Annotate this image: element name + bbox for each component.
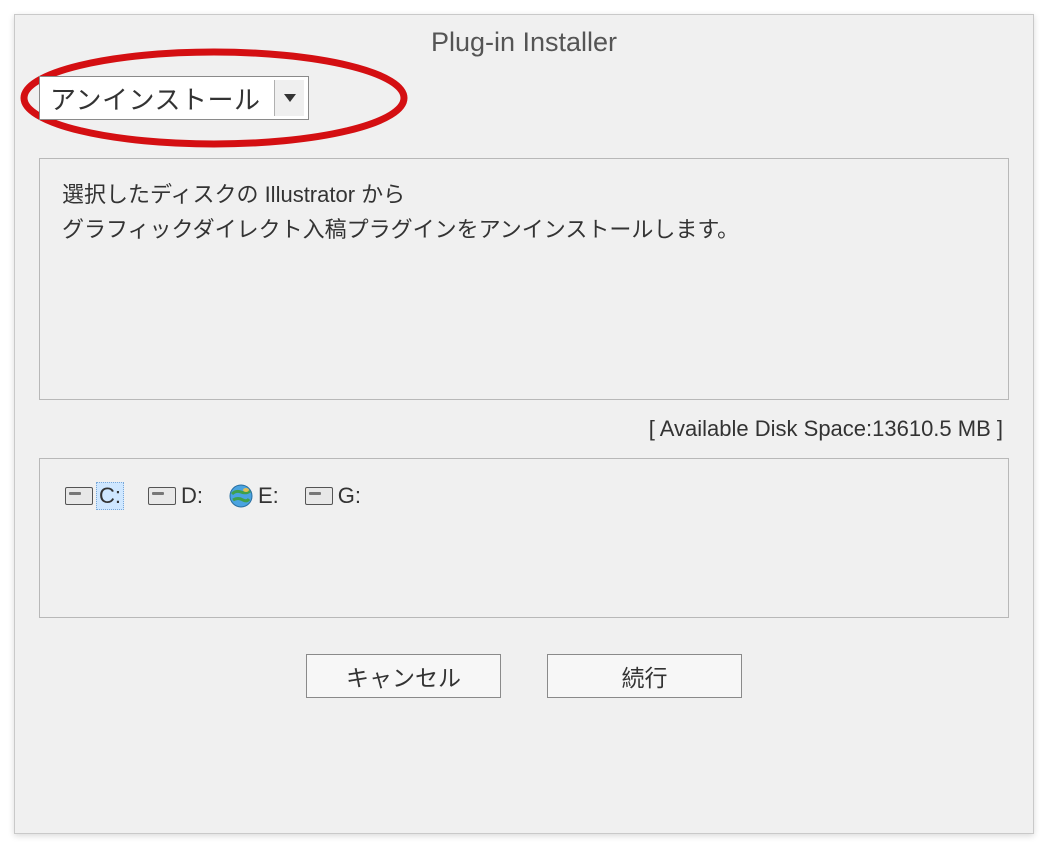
description-panel: 選択したディスクの Illustrator から グラフィックダイレクト入稿プラ… bbox=[39, 158, 1009, 400]
disk-item-c[interactable]: C: bbox=[62, 481, 127, 511]
globe-icon bbox=[229, 484, 253, 508]
button-row: キャンセル 続行 bbox=[39, 654, 1009, 698]
description-line-2: グラフィックダイレクト入稿プラグインをアンインストールします。 bbox=[62, 212, 986, 247]
action-dropdown-row: アンインストール bbox=[39, 76, 1009, 120]
dropdown-arrow-button[interactable] bbox=[274, 80, 304, 116]
disk-item-g[interactable]: G: bbox=[302, 482, 366, 510]
hdd-icon bbox=[305, 487, 333, 505]
disk-selection-panel: C: D: E: bbox=[39, 458, 1009, 618]
chevron-down-icon bbox=[283, 93, 297, 103]
action-dropdown[interactable]: アンインストール bbox=[39, 76, 309, 120]
disk-label: D: bbox=[179, 483, 205, 509]
disk-label: C: bbox=[96, 482, 124, 510]
cancel-button[interactable]: キャンセル bbox=[306, 654, 501, 698]
continue-button[interactable]: 続行 bbox=[547, 654, 742, 698]
disk-item-d[interactable]: D: bbox=[145, 482, 208, 510]
available-disk-space: [ Available Disk Space:13610.5 MB ] bbox=[39, 400, 1009, 458]
hdd-icon bbox=[148, 487, 176, 505]
hdd-icon bbox=[65, 487, 93, 505]
window-title: Plug-in Installer bbox=[15, 15, 1033, 76]
disk-item-e[interactable]: E: bbox=[226, 482, 284, 510]
installer-window: Plug-in Installer アンインストール 選択したディスクの Ill… bbox=[14, 14, 1034, 834]
disk-label: E: bbox=[256, 483, 281, 509]
action-dropdown-label: アンインストール bbox=[50, 80, 266, 117]
description-line-1: 選択したディスクの Illustrator から bbox=[62, 177, 986, 212]
disk-label: G: bbox=[336, 483, 363, 509]
content-area: アンインストール 選択したディスクの Illustrator から グラフィック… bbox=[39, 76, 1009, 698]
disk-list: C: D: E: bbox=[62, 481, 986, 511]
